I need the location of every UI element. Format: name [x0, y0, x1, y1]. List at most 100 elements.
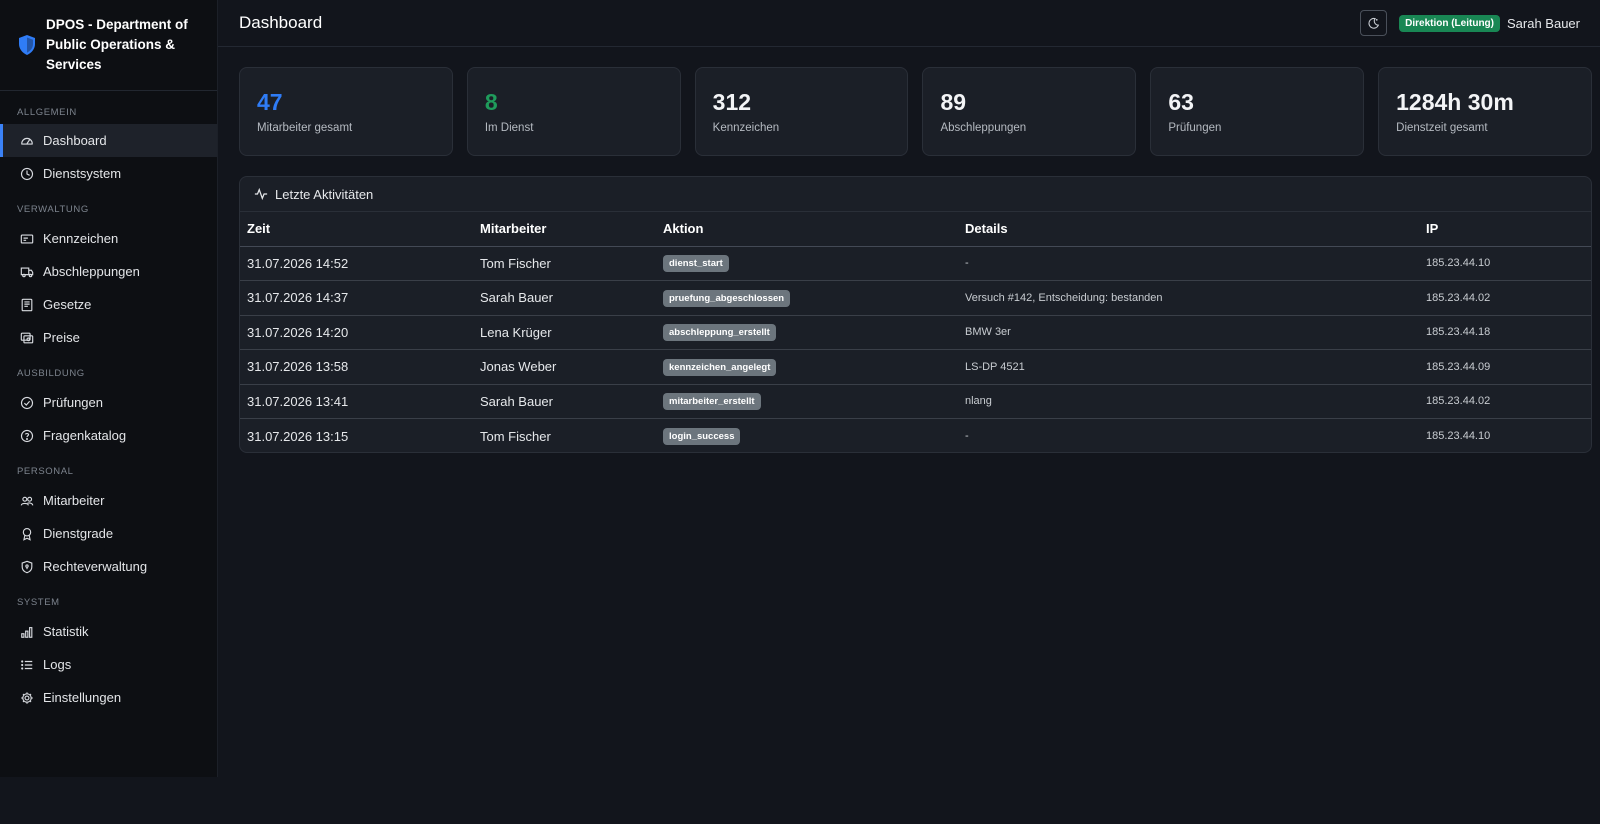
brand-title: DPOS - Department of Public Operations &…	[46, 17, 188, 72]
cell-ip: 185.23.44.18	[1419, 315, 1591, 350]
role-badge: Direktion (Leitung)	[1399, 14, 1500, 32]
sidebar-item-gesetze[interactable]: Gesetze	[0, 288, 217, 321]
action-badge: login_success	[663, 428, 741, 445]
sidebar-item-label: Abschleppungen	[43, 264, 140, 279]
sidebar: DPOS - Department of Public Operations &…	[0, 0, 218, 777]
sidebar-item-label: Logs	[43, 657, 72, 672]
brand[interactable]: DPOS - Department of Public Operations &…	[0, 0, 217, 91]
table-row: 31.07.2026 14:37 Sarah Bauer pruefung_ab…	[240, 280, 1591, 316]
cell-action: abschleppung_erstellt	[656, 315, 958, 350]
sidebar-item-label: Dienstsystem	[43, 166, 122, 181]
stats-row: 47 Mitarbeiter gesamt 8 Im Dienst 312 Ke…	[239, 67, 1592, 156]
stat-label: Abschleppungen	[940, 122, 1027, 134]
column-header-aktion[interactable]: Aktion	[656, 212, 958, 247]
column-header-mitarbeiter[interactable]: Mitarbeiter	[473, 212, 656, 247]
sidebar-item-label: Kennzeichen	[43, 231, 119, 246]
cell-action: pruefung_abgeschlossen	[656, 280, 958, 316]
cell-time: 31.07.2026 13:58	[240, 349, 473, 385]
license-plate-icon	[20, 232, 34, 246]
truck-icon	[20, 265, 34, 279]
table-row: 31.07.2026 13:41 Sarah Bauer mitarbeiter…	[240, 384, 1591, 419]
cell-employee: Sarah Bauer	[473, 280, 656, 316]
stat-label: Kennzeichen	[712, 122, 780, 134]
sidebar-item-label: Fragenkatalog	[43, 428, 127, 443]
column-header-details[interactable]: Details	[958, 212, 1419, 247]
cell-action: kennzeichen_angelegt	[656, 349, 958, 385]
sidebar-item-abschleppungen[interactable]: Abschleppungen	[0, 255, 217, 288]
sidebar-item-label: Preise	[43, 330, 80, 345]
cell-details: -	[958, 246, 1419, 281]
table-row: 31.07.2026 14:20 Lena Krüger abschleppun…	[240, 315, 1591, 350]
user-name[interactable]: Sarah Bauer	[1507, 16, 1580, 31]
book-icon	[20, 298, 34, 312]
sidebar-item-dienstsystem[interactable]: Dienstsystem	[0, 157, 217, 190]
cell-ip: 185.23.44.02	[1419, 384, 1591, 419]
shield-logo-icon	[19, 35, 35, 55]
nav-section-verwaltung: VERWALTUNG	[17, 204, 89, 215]
cell-ip: 185.23.44.10	[1419, 246, 1591, 281]
stat-value: 8	[484, 89, 498, 115]
award-icon	[20, 527, 34, 541]
topbar-right: Direktion (Leitung) Sarah Bauer	[1360, 10, 1580, 36]
cell-ip: 185.23.44.02	[1419, 280, 1591, 316]
sidebar-item-mitarbeiter[interactable]: Mitarbeiter	[0, 484, 217, 517]
cell-details: -	[965, 430, 969, 442]
table-row: 31.07.2026 13:15 Tom Fischer login_succe…	[240, 419, 1591, 453]
topbar: Dashboard Direktion (Leitung) Sarah Baue…	[218, 0, 1600, 47]
sidebar-item-kennzeichen[interactable]: Kennzeichen	[0, 222, 217, 255]
theme-toggle-button[interactable]	[1360, 10, 1388, 36]
column-header-ip[interactable]: IP	[1419, 212, 1591, 247]
stat-card-im-dienst: 8 Im Dienst	[466, 67, 681, 156]
cell-details: LS-DP 4521	[958, 349, 1419, 385]
clock-icon	[20, 167, 34, 181]
stat-label: Dienstzeit gesamt	[1396, 122, 1488, 134]
cell-employee: Jonas Weber	[473, 349, 656, 385]
cell-employee: Sarah Bauer	[473, 384, 656, 419]
list-icon	[20, 658, 34, 672]
sidebar-item-dienstgrade[interactable]: Dienstgrade	[0, 517, 217, 550]
sidebar-item-label: Gesetze	[43, 297, 92, 312]
activity-table: Zeit Mitarbeiter Aktion Details IP 31.07…	[240, 212, 1591, 453]
sidebar-item-logs[interactable]: Logs	[0, 648, 217, 681]
stat-card-mitarbeiter: 47 Mitarbeiter gesamt	[239, 67, 453, 156]
cell-time: 31.07.2026 14:20	[240, 315, 473, 350]
sidebar-item-einstellungen[interactable]: Einstellungen	[0, 681, 217, 714]
stat-value: 63	[1168, 89, 1194, 115]
stat-value: 89	[940, 89, 967, 115]
sidebar-item-pruefungen[interactable]: Prüfungen	[0, 386, 217, 419]
stat-card-kennzeichen: 312 Kennzeichen	[694, 67, 909, 156]
activity-header: Letzte Aktivitäten	[240, 177, 1591, 212]
cell-employee: Lena Krüger	[473, 315, 656, 350]
action-badge: dienst_start	[663, 255, 729, 273]
sidebar-item-dashboard[interactable]: Dashboard	[0, 124, 217, 157]
table-row: 31.07.2026 14:52 Tom Fischer dienst_star…	[240, 246, 1591, 281]
table-header-row: Zeit Mitarbeiter Aktion Details IP	[240, 212, 1591, 247]
sidebar-item-preise[interactable]: Preise	[0, 321, 217, 354]
nav-section-allgemein: ALLGEMEIN	[17, 107, 77, 118]
nav-section-system: SYSTEM	[17, 597, 60, 608]
stat-card-abschleppungen: 89 Abschleppungen	[922, 67, 1137, 156]
bar-chart-icon	[20, 625, 34, 639]
action-badge: abschleppung_erstellt	[663, 324, 776, 342]
stat-card-pruefungen: 63 Prüfungen	[1150, 67, 1365, 156]
cell-time: 31.07.2026 14:52	[240, 246, 473, 281]
gear-icon	[20, 691, 34, 705]
sidebar-item-rechteverwaltung[interactable]: Rechteverwaltung	[0, 550, 217, 583]
cell-details: Versuch #142, Entscheidung: bestanden	[958, 280, 1419, 316]
sidebar-item-statistik[interactable]: Statistik	[0, 615, 217, 648]
sidebar-item-label: Mitarbeiter	[43, 493, 105, 508]
cell-employee: Tom Fischer	[480, 428, 551, 444]
sidebar-item-label: Statistik	[43, 624, 89, 639]
column-header-zeit[interactable]: Zeit	[240, 212, 473, 247]
nav-section-ausbildung: AUSBILDUNG	[17, 368, 85, 379]
cell-employee: Tom Fischer	[473, 246, 656, 281]
check-circle-icon	[20, 396, 34, 410]
sidebar-item-label: Dashboard	[43, 133, 107, 148]
sidebar-item-label: Einstellungen	[43, 690, 122, 705]
activity-title: Letzte Aktivitäten	[275, 186, 374, 202]
stat-value: 312	[712, 89, 752, 115]
sidebar-item-fragenkatalog[interactable]: Fragenkatalog	[0, 419, 217, 452]
sidebar-item-label: Prüfungen	[43, 395, 103, 410]
cell-time: 31.07.2026 13:41	[240, 384, 473, 419]
page-title: Dashboard	[239, 13, 323, 32]
